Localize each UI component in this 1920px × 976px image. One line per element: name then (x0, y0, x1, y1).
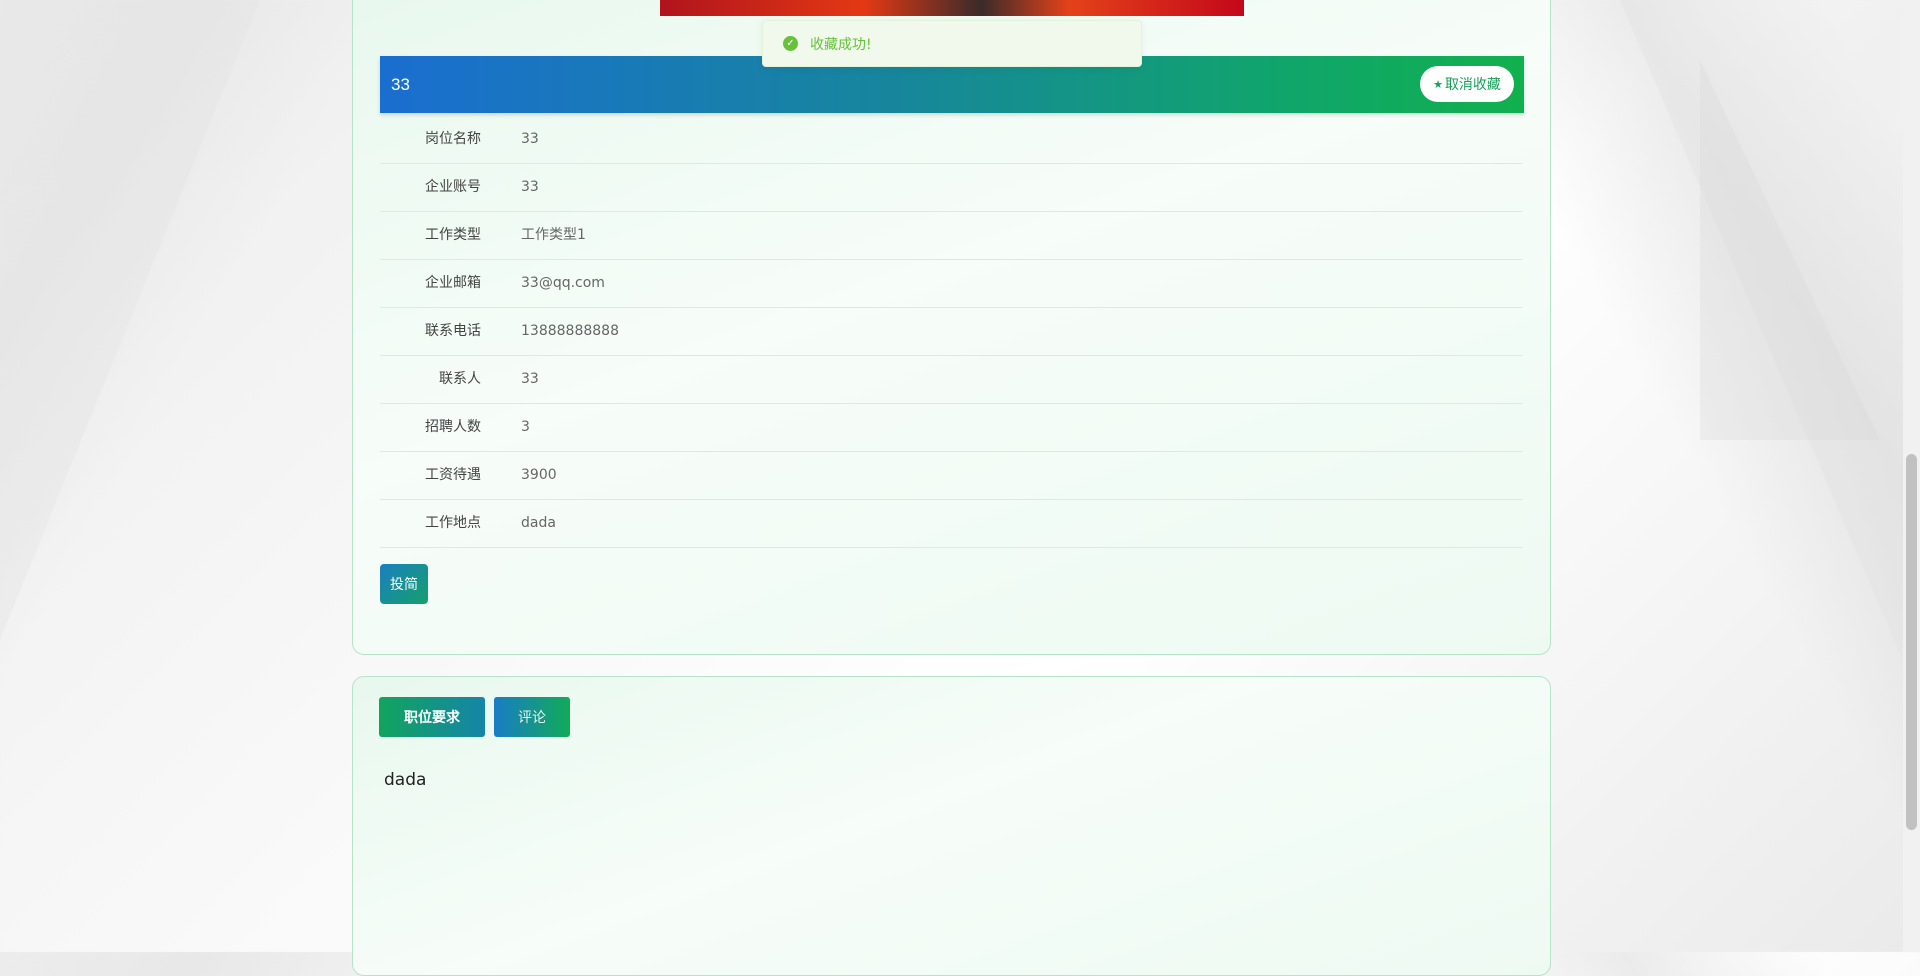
background-facet (1700, 60, 1880, 440)
field-label: 联系电话 (425, 323, 481, 339)
background-facet (1620, 0, 1920, 700)
field-value: 33@qq.com (521, 275, 605, 291)
scrollbar-thumb[interactable] (1906, 454, 1917, 830)
field-value: 13888888888 (521, 323, 619, 339)
tab-comments[interactable]: 评论 (494, 697, 570, 737)
field-value: 3 (521, 419, 530, 435)
job-image (660, 0, 1244, 16)
field-value: 33 (521, 371, 539, 387)
field-label: 工作类型 (425, 227, 481, 243)
info-row-company-account: 企业账号 33 (380, 164, 1522, 212)
info-row-headcount: 招聘人数 3 (380, 404, 1522, 452)
field-label: 企业邮箱 (425, 275, 481, 291)
field-value: 3900 (521, 467, 557, 483)
info-row-position-name: 岗位名称 33 (380, 116, 1522, 164)
field-value: dada (521, 515, 556, 531)
job-title: 33 (391, 75, 410, 94)
info-row-contact: 联系人 33 (380, 356, 1522, 404)
field-label: 招聘人数 (425, 419, 481, 435)
apply-button[interactable]: 投简 (380, 564, 428, 604)
job-info-list: 岗位名称 33 企业账号 33 工作类型 工作类型1 企业邮箱 33@qq.co… (380, 116, 1522, 548)
star-icon: ★ (1433, 77, 1443, 91)
success-toast: ✓ 收藏成功! (762, 20, 1142, 67)
field-value: 33 (521, 179, 539, 195)
info-row-phone: 联系电话 13888888888 (380, 308, 1522, 356)
field-label: 岗位名称 (425, 131, 481, 147)
field-label: 联系人 (439, 371, 481, 387)
unfavorite-label: 取消收藏 (1444, 77, 1501, 93)
field-value: 33 (521, 131, 539, 147)
field-value: 工作类型1 (521, 227, 586, 243)
info-row-salary: 工资待遇 3900 (380, 452, 1522, 500)
info-row-company-email: 企业邮箱 33@qq.com (380, 260, 1522, 308)
unfavorite-button[interactable]: ★ 取消收藏 (1420, 66, 1514, 102)
field-label: 工作地点 (425, 515, 481, 531)
background-facet (0, 0, 260, 640)
info-row-job-type: 工作类型 工作类型1 (380, 212, 1522, 260)
field-label: 企业账号 (425, 179, 481, 195)
toast-message: 收藏成功! (810, 36, 872, 53)
info-row-location: 工作地点 dada (380, 500, 1522, 548)
tab-content-text: dada (384, 770, 427, 790)
tab-requirements[interactable]: 职位要求 (379, 697, 485, 737)
page-scrollbar[interactable] (1903, 0, 1920, 952)
check-circle-icon: ✓ (783, 36, 798, 51)
field-label: 工资待遇 (425, 467, 481, 483)
